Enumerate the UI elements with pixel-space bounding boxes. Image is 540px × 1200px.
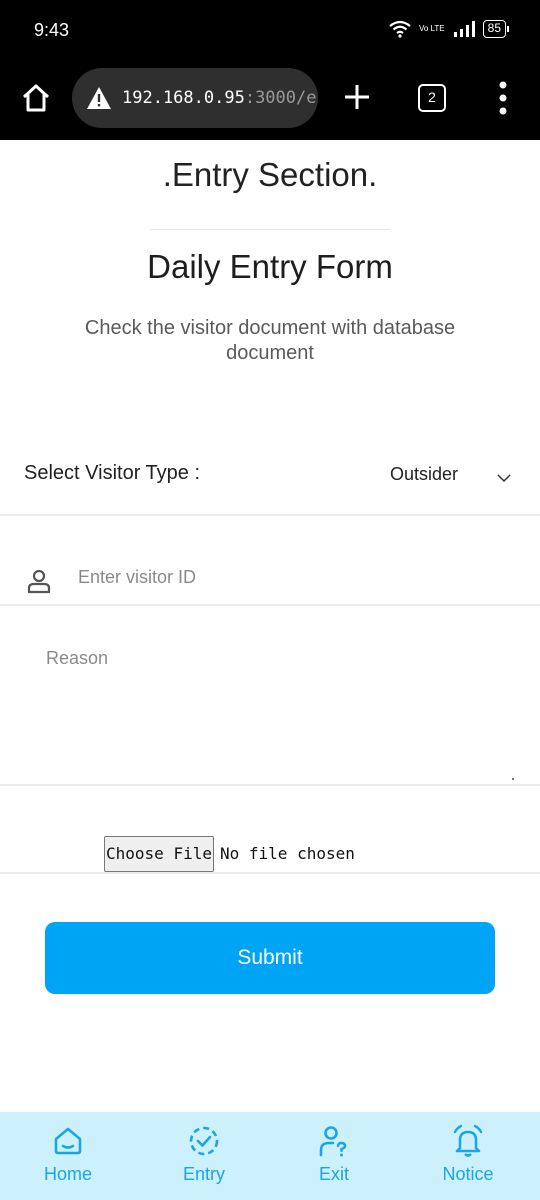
bottom-nav: Home Entry Exit Notice <box>0 1112 540 1200</box>
entry-check-icon <box>189 1126 219 1156</box>
submit-button[interactable]: Submit <box>45 922 495 994</box>
reason-textarea[interactable] <box>46 648 516 776</box>
section-title: .Entry Section. <box>162 156 378 193</box>
battery-indicator: 85 <box>482 20 510 38</box>
browser-toolbar: 192.168.0.95:3000/e 2 <box>0 62 540 140</box>
visitor-type-select[interactable]: Select Visitor Type : Outsider <box>0 440 540 516</box>
form-title: Daily Entry Form <box>147 248 393 285</box>
file-upload-row: Choose File No file chosen <box>0 820 540 874</box>
nav-item-exit[interactable]: Exit <box>284 1124 384 1185</box>
reason-field-wrap <box>0 640 540 786</box>
user-question-icon <box>319 1126 347 1157</box>
nav-item-notice[interactable]: Notice <box>418 1124 518 1185</box>
status-time: 9:43 <box>34 20 70 40</box>
visitor-id-row <box>0 546 540 606</box>
signal-icon <box>453 21 475 37</box>
more-menu-icon[interactable] <box>496 80 510 116</box>
warning-icon[interactable] <box>86 86 112 110</box>
wifi-icon <box>389 20 411 38</box>
volte-indicator: Vo LTE <box>418 24 445 33</box>
textarea-resize-handle[interactable] <box>512 778 514 780</box>
url-text: 192.168.0.95:3000/e <box>122 88 317 108</box>
alarm-bell-icon <box>453 1124 483 1157</box>
title-divider <box>150 229 390 230</box>
file-status-text: No file chosen <box>220 844 355 863</box>
user-icon <box>27 569 51 594</box>
nav-item-home[interactable]: Home <box>18 1124 118 1185</box>
nav-item-entry[interactable]: Entry <box>154 1124 254 1185</box>
visitor-type-value[interactable]: Outsider <box>390 464 458 485</box>
home-icon <box>54 1127 82 1155</box>
visitor-id-input[interactable] <box>78 560 498 594</box>
browser-home-icon[interactable] <box>20 82 52 114</box>
status-bar: 9:43 Vo LTE 85 <box>0 0 540 62</box>
visitor-type-label: Select Visitor Type : <box>24 462 201 484</box>
choose-file-button[interactable]: Choose File <box>104 836 214 872</box>
nav-label-home: Home <box>43 1164 92 1184</box>
status-icons: Vo LTE 85 <box>389 20 510 38</box>
address-bar[interactable]: 192.168.0.95:3000/e <box>72 68 318 128</box>
nav-label-entry: Entry <box>182 1164 225 1184</box>
new-tab-plus-icon[interactable] <box>342 82 372 112</box>
nav-label-exit: Exit <box>318 1164 349 1184</box>
chevron-down-icon[interactable] <box>496 470 512 486</box>
form-subtitle: Check the visitor document with database… <box>84 317 456 364</box>
nav-label-notice: Notice <box>442 1164 494 1184</box>
tab-switcher-button[interactable]: 2 <box>418 84 446 112</box>
